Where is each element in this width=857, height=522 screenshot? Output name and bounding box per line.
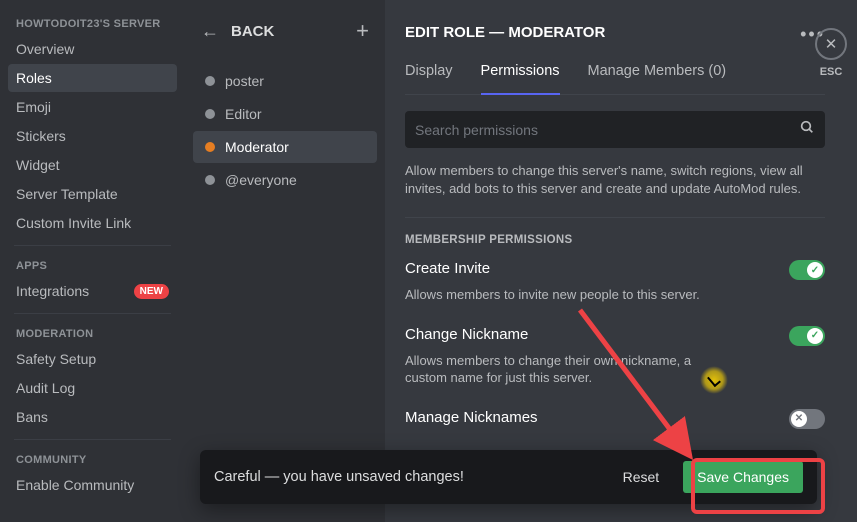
permission-intro-hint: Allow members to change this server's na… — [405, 162, 825, 197]
permission-manage-nicknames: Manage Nicknames ✕ — [405, 409, 825, 429]
close-settings: ✕ ESC — [815, 28, 847, 78]
permission-toggle[interactable]: ✓ — [789, 326, 825, 346]
role-color-dot — [205, 175, 215, 185]
sidebar-item-widget[interactable]: Widget — [8, 151, 177, 179]
permission-section-title: MEMBERSHIP PERMISSIONS — [405, 234, 825, 246]
role-color-dot — [205, 142, 215, 152]
tabs: Display Permissions Manage Members (0) — [405, 63, 825, 95]
new-badge: NEW — [134, 284, 169, 299]
server-name-header: HOWTODOIT23'S SERVER — [8, 12, 177, 34]
reset-button[interactable]: Reset — [611, 461, 672, 493]
permission-desc: Allows members to invite new people to t… — [405, 286, 725, 304]
sidebar-item-bans[interactable]: Bans — [8, 403, 177, 431]
sidebar-item-roles[interactable]: Roles — [8, 64, 177, 92]
sidebar-item-overview[interactable]: Overview — [8, 35, 177, 63]
sidebar-item-audit-log[interactable]: Audit Log — [8, 374, 177, 402]
x-icon: ✕ — [795, 413, 803, 424]
arrow-left-icon: ← — [201, 21, 219, 42]
esc-label: ESC — [815, 66, 847, 78]
role-name: @everyone — [225, 172, 297, 188]
plus-icon: + — [356, 18, 369, 43]
role-item-editor[interactable]: Editor — [193, 98, 377, 130]
check-icon: ✓ — [811, 330, 819, 341]
role-item-everyone[interactable]: @everyone — [193, 164, 377, 196]
close-button[interactable]: ✕ — [815, 28, 847, 60]
search-icon — [799, 119, 815, 140]
permission-change-nickname: Change Nickname ✓ Allows members to chan… — [405, 326, 825, 387]
role-color-dot — [205, 109, 215, 119]
role-item-poster[interactable]: poster — [193, 65, 377, 97]
sidebar-item-safety-setup[interactable]: Safety Setup — [8, 345, 177, 373]
sidebar-item-stickers[interactable]: Stickers — [8, 122, 177, 150]
role-item-moderator[interactable]: Moderator — [193, 131, 377, 163]
tab-display[interactable]: Display — [405, 63, 453, 94]
role-name: Moderator — [225, 139, 289, 155]
sidebar-item-enable-community[interactable]: Enable Community — [8, 471, 177, 499]
permission-name: Manage Nicknames — [405, 409, 538, 426]
sidebar-item-emoji[interactable]: Emoji — [8, 93, 177, 121]
unsaved-changes-toast: Careful — you have unsaved changes! Rese… — [200, 450, 817, 504]
section-header-community: COMMUNITY — [8, 448, 177, 470]
permission-toggle[interactable]: ✓ — [789, 260, 825, 280]
edit-role-panel: EDIT ROLE — MODERATOR ••• Display Permis… — [385, 0, 857, 522]
tab-permissions[interactable]: Permissions — [481, 63, 560, 95]
section-header-apps: APPS — [8, 254, 177, 276]
permission-name: Change Nickname — [405, 326, 528, 343]
back-button[interactable]: ← BACK — [201, 21, 274, 42]
permission-name: Create Invite — [405, 260, 490, 277]
permission-search-input[interactable] — [415, 122, 799, 138]
permission-create-invite: Create Invite ✓ Allows members to invite… — [405, 260, 825, 304]
permission-toggle[interactable]: ✕ — [789, 409, 825, 429]
check-icon: ✓ — [811, 265, 819, 276]
sidebar-item-integrations[interactable]: Integrations NEW — [8, 277, 177, 305]
roles-list-panel: ← BACK + poster Editor Moderator @everyo… — [185, 0, 385, 522]
sidebar-item-custom-invite-link[interactable]: Custom Invite Link — [8, 209, 177, 237]
tab-manage-members[interactable]: Manage Members (0) — [588, 63, 727, 94]
permission-desc: Allows members to change their own nickn… — [405, 352, 725, 387]
permission-search[interactable] — [405, 111, 825, 148]
save-changes-button[interactable]: Save Changes — [683, 461, 803, 493]
role-color-dot — [205, 76, 215, 86]
sidebar-item-server-template[interactable]: Server Template — [8, 180, 177, 208]
add-role-button[interactable]: + — [356, 18, 369, 44]
close-icon: ✕ — [825, 35, 838, 53]
section-header-moderation: MODERATION — [8, 322, 177, 344]
role-name: Editor — [225, 106, 262, 122]
page-title: EDIT ROLE — MODERATOR — [405, 24, 825, 41]
role-name: poster — [225, 73, 264, 89]
toast-message: Careful — you have unsaved changes! — [214, 469, 599, 485]
back-label: BACK — [231, 23, 274, 40]
server-settings-sidebar: HOWTODOIT23'S SERVER Overview Roles Emoj… — [0, 0, 185, 522]
